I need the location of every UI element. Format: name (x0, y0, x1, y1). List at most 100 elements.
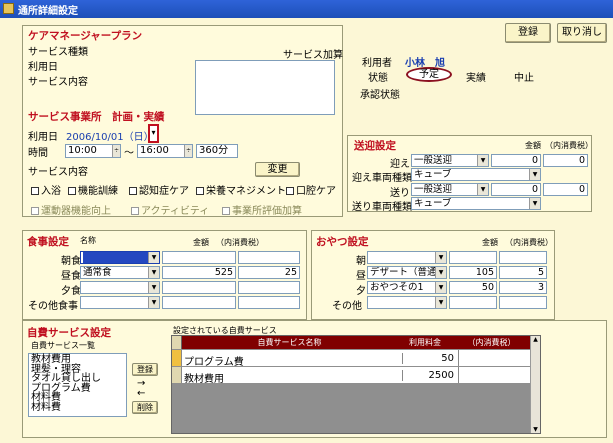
snack-morning-dropdown-arrow[interactable]: ▼ (435, 252, 446, 263)
dropoff-vehicle-dropdown-arrow[interactable]: ▼ (529, 198, 540, 209)
status-planned[interactable]: 予定 (406, 67, 452, 82)
motor-checkbox[interactable] (31, 207, 39, 215)
dropoff-select[interactable]: 一般送迎 ▼ (411, 183, 489, 196)
cancel-button[interactable]: 取り消し (557, 23, 607, 43)
breakfast-amount[interactable] (162, 251, 236, 264)
pickup-vehicle-select[interactable]: キューブ ▼ (411, 168, 541, 181)
lunch-select[interactable]: 通常食 ▼ (80, 266, 160, 279)
check-motor[interactable]: 運動器機能向上 (31, 202, 111, 217)
breakfast-tax[interactable] (238, 251, 300, 264)
table-row[interactable]: プログラム費 50 (172, 350, 530, 368)
end-time-spinner[interactable]: ÷ (184, 145, 192, 157)
other-meal-select[interactable]: ▼ (80, 296, 160, 309)
other-meal-amount[interactable] (162, 296, 236, 309)
row-selector[interactable] (172, 367, 182, 383)
change-button[interactable]: 変更 (255, 162, 300, 177)
bath-checkbox[interactable] (31, 187, 39, 195)
check-nutrition[interactable]: 栄養マネジメント (196, 182, 286, 197)
check-activity[interactable]: アクティビティ (131, 202, 209, 217)
check-bath[interactable]: 入浴 (31, 182, 61, 197)
dinner-tax[interactable] (238, 281, 300, 294)
snack-noon-dropdown-arrow[interactable]: ▼ (435, 267, 446, 278)
status-cancelled[interactable]: 中止 (514, 69, 534, 84)
row-selector[interactable] (172, 350, 182, 366)
snack-noon-select[interactable]: デザート（普通） ▼ (367, 266, 447, 279)
evaluation-checkbox[interactable] (222, 207, 230, 215)
status-actual[interactable]: 実績 (466, 69, 486, 84)
dinner-amount[interactable] (162, 281, 236, 294)
row-name: 教材費用 (184, 374, 224, 385)
scroll-up-icon[interactable]: ▲ (531, 336, 540, 343)
snack-evening-amount[interactable]: 50 (449, 281, 497, 294)
snack-panel: おやつ設定 金額 （内消費税） 朝 ▼ 昼 デザート（普通） ▼ 105 5 夕 … (311, 230, 555, 320)
service-add-box[interactable] (195, 60, 335, 115)
other-meal-tax[interactable] (238, 296, 300, 309)
snack-evening-tax[interactable]: 3 (499, 281, 547, 294)
start-time-input[interactable]: 10:00 ÷ (65, 144, 121, 158)
check-training[interactable]: 機能訓練 (68, 182, 118, 197)
selfpay-list[interactable]: 教材費用 理髪・理容 タオル貸し出し プログラム費 材料費 材料費 (28, 353, 127, 417)
snack-morning-select[interactable]: ▼ (367, 251, 447, 264)
activity-checkbox[interactable] (131, 207, 139, 215)
lunch-dropdown-arrow[interactable]: ▼ (148, 267, 159, 278)
lunch-tax[interactable]: 25 (238, 266, 300, 279)
date-picker-button[interactable]: ▾ (148, 124, 159, 143)
snack-morning-tax[interactable] (499, 251, 547, 264)
dropoff-amount[interactable]: 0 (491, 183, 541, 196)
grid-scrollbar[interactable]: ▲ ▼ (530, 336, 540, 433)
pickup-vehicle-value: キューブ (414, 169, 452, 180)
end-time-value: 16:00 (140, 145, 169, 156)
transport-header: 送迎設定 (354, 140, 396, 152)
add-service-button[interactable]: 登録 (132, 363, 158, 376)
snack-evening-select[interactable]: おやつその1 ▼ (367, 281, 447, 294)
delete-service-button[interactable]: 削除 (132, 401, 158, 414)
snack-evening-label: 夕 (356, 286, 366, 297)
dementia-checkbox[interactable] (129, 187, 137, 195)
start-time-value: 10:00 (68, 145, 97, 156)
end-time-input[interactable]: 16:00 ÷ (137, 144, 193, 158)
register-button[interactable]: 登録 (505, 23, 551, 43)
check-evaluation[interactable]: 事業所評価加算 (222, 202, 302, 217)
breakfast-select[interactable]: ▼ (80, 251, 160, 264)
dropoff-value: 一般送迎 (414, 184, 453, 195)
training-label: 機能訓練 (78, 186, 118, 197)
selfpay-grid[interactable]: 自費サービス名称 利用料金 （内消費税） プログラム費 50 教材費用 2500… (171, 335, 541, 434)
dinner-select[interactable]: ▼ (80, 281, 160, 294)
nutrition-checkbox[interactable] (196, 187, 204, 195)
snack-other-tax[interactable] (499, 296, 547, 309)
snack-other-amount[interactable] (449, 296, 497, 309)
start-time-spinner[interactable]: ÷ (112, 145, 120, 157)
check-oral[interactable]: 口腔ケア (286, 182, 336, 197)
dropoff-dropdown-arrow[interactable]: ▼ (477, 184, 488, 195)
lunch-amount[interactable]: 525 (162, 266, 236, 279)
pickup-vehicle-dropdown-arrow[interactable]: ▼ (529, 169, 540, 180)
user-label: 利用者 (362, 58, 392, 69)
arrow-left-icon: ← (137, 388, 146, 399)
pickup-select[interactable]: 一般送迎 ▼ (411, 154, 489, 167)
pickup-amount[interactable]: 0 (491, 154, 541, 167)
dropoff-vehicle-select[interactable]: キューブ ▼ (411, 197, 541, 210)
pickup-tax[interactable]: 0 (543, 154, 588, 167)
table-row[interactable]: 教材費用 2500 (172, 367, 530, 385)
training-checkbox[interactable] (68, 187, 76, 195)
pickup-dropdown-arrow[interactable]: ▼ (477, 155, 488, 166)
breakfast-dropdown-arrow[interactable]: ▼ (148, 252, 159, 263)
dropoff-tax[interactable]: 0 (543, 183, 588, 196)
meal-amount-col: 金額 (193, 238, 209, 247)
snack-other-dropdown-arrow[interactable]: ▼ (435, 297, 446, 308)
list-item[interactable]: 材料費 (31, 402, 124, 413)
oral-checkbox[interactable] (286, 187, 294, 195)
row-divider (458, 350, 459, 366)
scroll-down-icon[interactable]: ▼ (531, 426, 540, 433)
snack-evening-value: おやつその1 (370, 282, 424, 293)
snack-evening-dropdown-arrow[interactable]: ▼ (435, 282, 446, 293)
snack-other-select[interactable]: ▼ (367, 296, 447, 309)
other-meal-dropdown-arrow[interactable]: ▼ (148, 297, 159, 308)
snack-morning-amount[interactable] (449, 251, 497, 264)
grid-header-row: 自費サービス名称 利用料金 （内消費税） (172, 336, 540, 349)
dinner-dropdown-arrow[interactable]: ▼ (148, 282, 159, 293)
snack-noon-amount[interactable]: 105 (449, 266, 497, 279)
snack-noon-tax[interactable]: 5 (499, 266, 547, 279)
check-dementia[interactable]: 認知症ケア (129, 182, 189, 197)
use-date-label: 利用日 (28, 62, 58, 73)
